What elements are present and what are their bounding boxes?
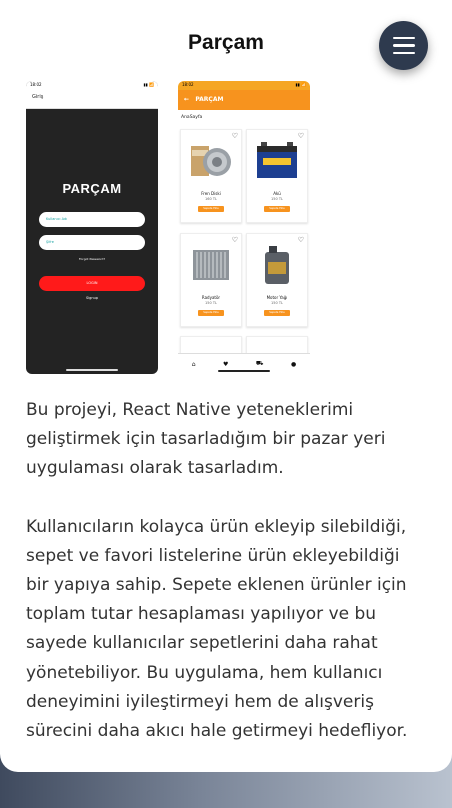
login-button: LOGIN — [39, 276, 145, 291]
login-header: Giriş — [26, 90, 158, 109]
username-field: Kullanıcı Adı — [39, 212, 145, 227]
product-name: Radyatör — [201, 295, 221, 300]
password-field: Şifre — [39, 235, 145, 250]
product-card: ♡ Radyatör 150 TL Sepete Ekle — [180, 233, 242, 327]
product-price: 150 TL — [271, 197, 283, 201]
status-icons: ▮▮ 📶 — [143, 82, 154, 87]
motor-oil-image — [265, 246, 289, 284]
heart-icon: ♡ — [297, 132, 304, 140]
product-price: 150 TL — [271, 301, 283, 305]
forgot-password-link: Forgot Password? — [78, 257, 106, 261]
product-price: 150 TL — [205, 301, 217, 305]
basket-icon: ⛟ — [255, 360, 264, 367]
shop-header: ← PARÇAM — [178, 90, 310, 110]
menu-line — [392, 36, 415, 40]
breadcrumb: AnaSayfa — [181, 115, 203, 120]
heart-icon: ♥ — [223, 360, 229, 368]
add-to-cart-button: Sepete Ekle — [264, 206, 290, 212]
status-bar: 18:02 ▮▮ 📶 — [26, 81, 158, 90]
home-icon: ⌂ — [191, 360, 196, 368]
status-time: 18:02 — [30, 82, 42, 87]
product-name: Fren Diski — [201, 191, 221, 196]
add-to-cart-button: Sepete Ekle — [198, 310, 224, 316]
product-price: 160 TL — [205, 197, 217, 201]
product-grid: ♡ Fren Diski 160 TL Sepete Ekle ♡ Akü 15… — [180, 129, 308, 374]
battery-image — [257, 142, 297, 178]
signup-link: Signup — [85, 296, 99, 300]
login-screenshot[interactable]: 18:02 ▮▮ 📶 Giriş PARÇAM Kullanıcı Adı Şi… — [26, 81, 158, 374]
menu-line — [392, 51, 415, 55]
project-description: Bu projeyi, React Native yeteneklerimi g… — [26, 396, 426, 772]
description-paragraph: Kullanıcıların kolayca ürün ekleyip sile… — [26, 516, 408, 742]
product-card: ♡ Motor Yağı 150 TL Sepete Ekle — [246, 233, 308, 327]
user-icon: ● — [290, 360, 297, 368]
project-card: Parçam 18:02 ▮▮ 📶 Giriş PARÇAM Kullanıcı… — [0, 0, 452, 772]
arrow-left-icon: ← — [184, 96, 190, 103]
home-indicator — [218, 370, 270, 372]
hamburger-menu-icon[interactable] — [379, 21, 428, 70]
brake-disc-image — [191, 146, 231, 176]
heart-icon: ♡ — [231, 236, 238, 244]
shop-header-title: PARÇAM — [195, 96, 224, 103]
shop-screenshot[interactable]: 18:02 ▮▮ 📶 ← PARÇAM AnaSayfa ♡ Fren Disk… — [178, 81, 310, 374]
menu-line — [392, 44, 415, 47]
status-time: 18:02 — [182, 82, 194, 87]
add-to-cart-button: Sepete Ekle — [264, 310, 290, 316]
status-icons: ▮▮ 📶 — [295, 82, 306, 87]
heart-icon: ♡ — [297, 236, 304, 244]
description-paragraph: Bu projeyi, React Native yeteneklerimi g… — [26, 400, 386, 479]
product-name: Motor Yağı — [266, 295, 288, 300]
radiator-image — [193, 250, 229, 280]
home-indicator — [66, 369, 118, 371]
product-name: Akü — [273, 191, 281, 196]
add-to-cart-button: Sepete Ekle — [198, 206, 224, 212]
status-bar: 18:02 ▮▮ 📶 — [178, 81, 310, 90]
app-logo: PARÇAM — [62, 181, 122, 196]
product-card: ♡ Akü 150 TL Sepete Ekle — [246, 129, 308, 223]
heart-icon: ♡ — [231, 132, 238, 140]
product-card: ♡ Fren Diski 160 TL Sepete Ekle — [180, 129, 242, 223]
